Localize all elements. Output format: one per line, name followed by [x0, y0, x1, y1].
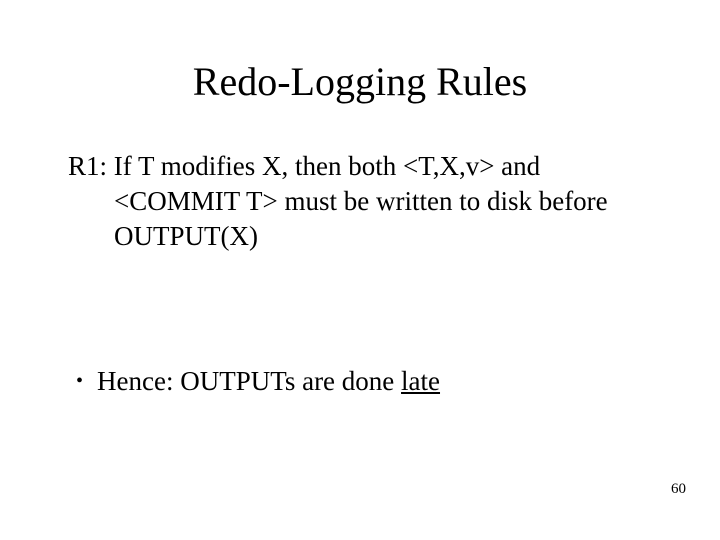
bullet-text-late: late	[401, 366, 440, 396]
rule-r1-text: R1: If T modifies X, then both <T,X,v> a…	[68, 149, 660, 254]
slide-body: R1: If T modifies X, then both <T,X,v> a…	[60, 149, 660, 399]
bullet-text: Hence: OUTPUTs are done late	[97, 364, 440, 399]
page-number: 60	[671, 481, 686, 498]
bullet-text-prefix: Hence: OUTPUTs are done	[97, 366, 401, 396]
slide-title: Redo-Logging Rules	[60, 58, 660, 105]
slide: Redo-Logging Rules R1: If T modifies X, …	[0, 0, 720, 540]
bullet-marker: •	[76, 364, 83, 399]
rule-r1: R1: If T modifies X, then both <T,X,v> a…	[68, 149, 660, 254]
bullet-item: • Hence: OUTPUTs are done late	[68, 364, 660, 399]
